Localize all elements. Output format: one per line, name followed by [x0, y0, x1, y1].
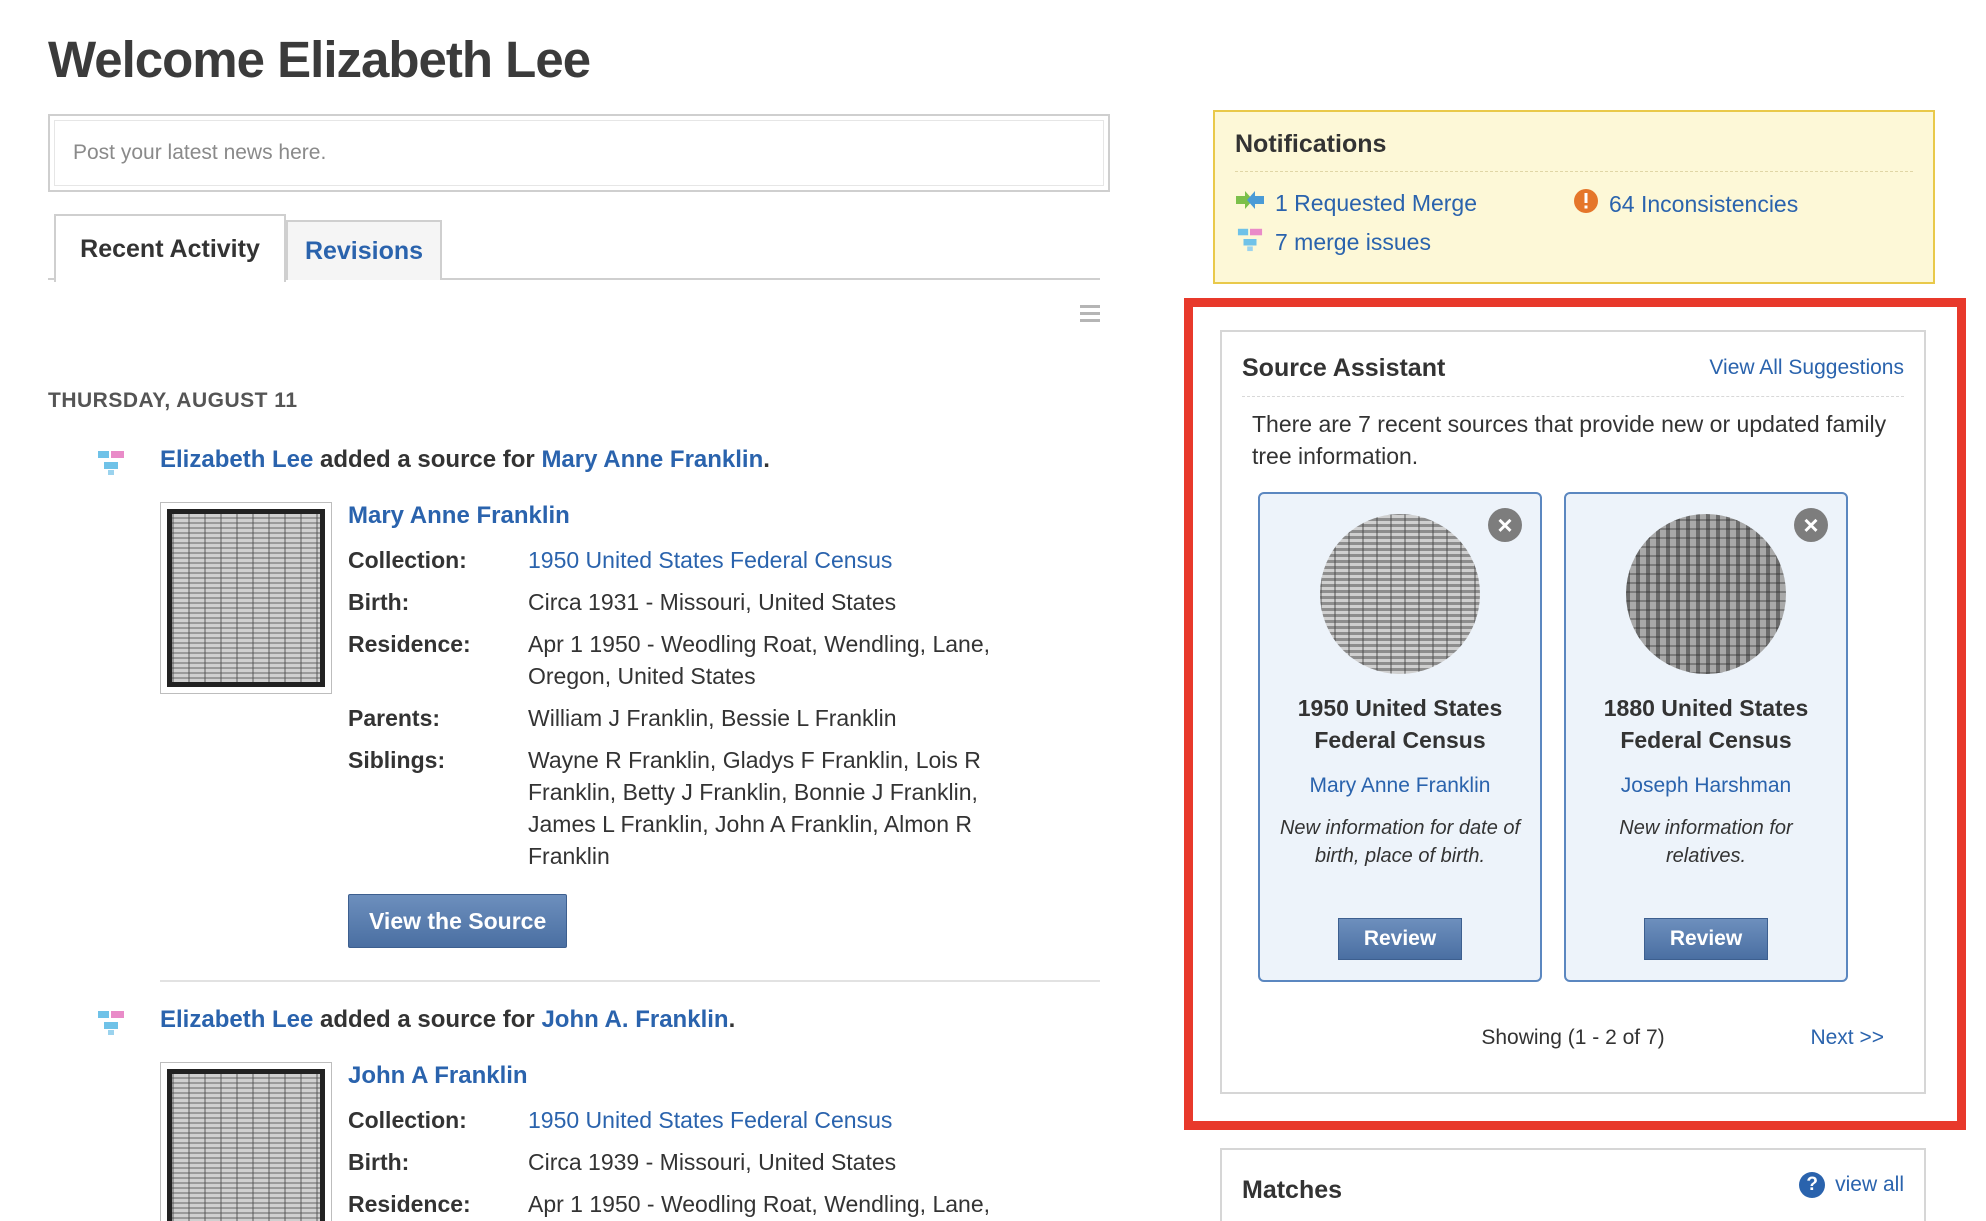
matches-view-all: ? view all: [1799, 1172, 1904, 1198]
merge-issues-link[interactable]: 7 merge issues: [1235, 226, 1431, 258]
fact-value: Apr 1 1950 - Weodling Roat, Wendling, La…: [528, 1191, 990, 1217]
fact-label: Collection:: [348, 547, 467, 573]
fact-value: William J Franklin, Bessie L Franklin: [528, 705, 897, 731]
record-thumbnail[interactable]: [160, 502, 332, 694]
activity-verb: added a source for: [313, 1006, 542, 1033]
tree-icon: [96, 448, 126, 483]
inconsistencies-link[interactable]: 64 Inconsistencies: [1573, 188, 1798, 220]
merge-arrows-icon: [1235, 188, 1265, 218]
card-person-link[interactable]: Joseph Harshman: [1566, 774, 1846, 798]
card-collection-title: 1880 United States Federal Census: [1603, 695, 1809, 753]
requested-merge-link[interactable]: 1 Requested Merge: [1235, 188, 1477, 218]
date-heading: THURSDAY, AUGUST 11: [48, 389, 298, 412]
notifications-title: Notifications: [1235, 130, 1913, 172]
card-note: New information for relatives.: [1619, 817, 1793, 867]
subject-link[interactable]: Mary Anne Franklin: [541, 446, 763, 473]
divider: [1242, 396, 1904, 397]
fact-value: Circa 1939 - Missouri, United States: [528, 1149, 897, 1175]
warning-icon: [1573, 188, 1599, 220]
tab-revisions[interactable]: Revisions: [286, 220, 442, 280]
view-source-button[interactable]: View the Source: [348, 894, 568, 948]
suggestion-card: × 1950 United States Federal Census Mary…: [1258, 492, 1542, 982]
activity-item: Elizabeth Lee added a source for Mary An…: [96, 446, 1100, 986]
actor-link[interactable]: Elizabeth Lee: [160, 446, 313, 473]
fact-value: Wayne R Franklin, Gladys F Franklin, Loi…: [528, 747, 981, 869]
subject-link[interactable]: John A. Franklin: [541, 1006, 728, 1033]
fact-label: Parents:: [348, 705, 441, 731]
divider: [160, 980, 1100, 982]
activity-end: .: [763, 446, 770, 473]
view-all-matches-link[interactable]: view all: [1835, 1173, 1904, 1197]
review-button[interactable]: Review: [1338, 918, 1462, 960]
fact-value: Circa 1931 - Missouri, United States: [528, 589, 897, 615]
card-person-link[interactable]: Mary Anne Franklin: [1260, 774, 1540, 798]
activity-headline: Elizabeth Lee added a source for Mary An…: [96, 446, 1100, 475]
activity-item: Elizabeth Lee added a source for John A.…: [96, 1006, 1100, 1221]
matches-panel: Matches ? view all: [1220, 1148, 1926, 1221]
help-icon[interactable]: ?: [1799, 1172, 1826, 1198]
record-image[interactable]: [1320, 514, 1480, 674]
tree-icon: [1235, 226, 1265, 258]
news-post-box: [48, 114, 1110, 192]
activity-tabs: Recent Activity Revisions: [48, 214, 1100, 282]
activity-end: .: [728, 1006, 736, 1033]
notifications-panel: Notifications 1 Requested Merge 64 Incon…: [1213, 110, 1935, 284]
tab-recent-activity[interactable]: Recent Activity: [54, 214, 286, 282]
fact-label: Collection:: [348, 1107, 467, 1133]
source-assistant-description: There are 7 recent sources that provide …: [1252, 411, 1887, 469]
close-icon[interactable]: ×: [1488, 508, 1522, 542]
collection-link[interactable]: 1950 United States Federal Census: [528, 544, 892, 576]
activity-headline: Elizabeth Lee added a source for John A.…: [96, 1006, 1100, 1035]
review-button[interactable]: Review: [1644, 918, 1768, 960]
matches-title: Matches: [1242, 1176, 1343, 1204]
news-input[interactable]: [54, 120, 1104, 186]
card-note: New information for date of birth, place…: [1279, 817, 1521, 867]
fact-label: Residence:: [348, 631, 471, 657]
view-all-suggestions-link[interactable]: View All Suggestions: [1709, 356, 1904, 380]
record-image[interactable]: [1626, 514, 1786, 674]
fact-label: Siblings:: [348, 747, 446, 773]
record-name-link[interactable]: Mary Anne Franklin: [348, 502, 1028, 530]
source-assistant-panel: Source Assistant View All Suggestions Th…: [1220, 330, 1926, 1094]
requested-merge-label: 1 Requested Merge: [1275, 189, 1478, 216]
fact-label: Birth:: [348, 589, 410, 615]
suggestion-card: × 1880 United States Federal Census Jose…: [1564, 492, 1848, 982]
fact-label: Residence:: [348, 1191, 471, 1217]
record-name-link[interactable]: John A Franklin: [348, 1062, 1028, 1090]
activity-verb: added a source for: [313, 446, 542, 473]
inconsistencies-label: 64 Inconsistencies: [1609, 190, 1799, 217]
hamburger-menu-icon[interactable]: [1080, 305, 1100, 322]
record-thumbnail[interactable]: [160, 1062, 332, 1221]
card-collection-title: 1950 United States Federal Census: [1297, 695, 1503, 753]
close-icon[interactable]: ×: [1794, 508, 1828, 542]
page-title: Welcome Elizabeth Lee: [48, 31, 591, 88]
collection-link[interactable]: 1950 United States Federal Census: [528, 1104, 892, 1136]
tree-icon: [96, 1008, 126, 1043]
next-page-link[interactable]: Next >>: [1810, 1026, 1884, 1050]
fact-label: Birth:: [348, 1149, 410, 1175]
actor-link[interactable]: Elizabeth Lee: [160, 1006, 313, 1033]
fact-value: Apr 1 1950 - Weodling Roat, Wendling, La…: [528, 631, 990, 689]
source-assistant-title: Source Assistant: [1242, 354, 1446, 382]
merge-issues-label: 7 merge issues: [1275, 228, 1431, 255]
